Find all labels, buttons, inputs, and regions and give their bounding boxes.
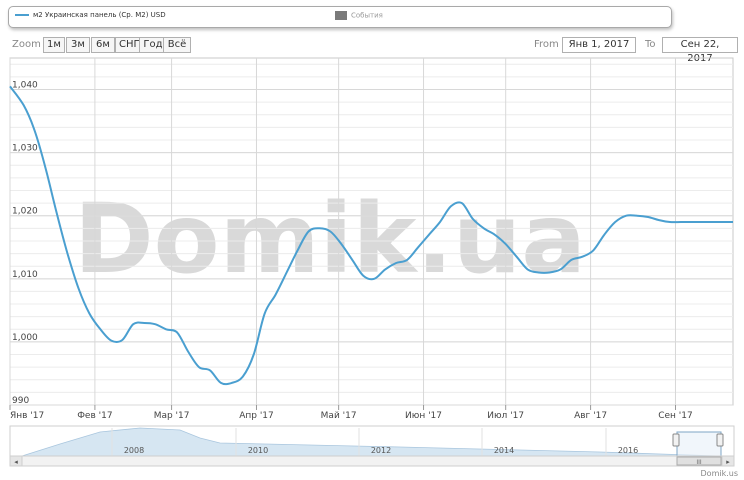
navigator: 2008 2010 2012 2014 2016 III ◂ ▸: [9, 425, 735, 467]
credit-link[interactable]: Domik.us: [701, 469, 738, 478]
navigator-year-label: 2008: [124, 446, 144, 455]
arrow-right-icon: ▸: [726, 458, 730, 466]
navigator-left-handle[interactable]: [672, 433, 680, 447]
navigator-year-label: 2010: [248, 446, 268, 455]
grip-icon: III: [696, 459, 702, 466]
navigator-right-handle[interactable]: [716, 433, 724, 447]
navigator-year-label: 2016: [618, 446, 638, 455]
navigator-year-label: 2012: [371, 446, 391, 455]
navigator-year-label: 2014: [494, 446, 514, 455]
navigator-scrollbar-track[interactable]: [9, 455, 735, 467]
arrow-left-icon: ◂: [14, 458, 18, 466]
navigator-selection[interactable]: [676, 431, 722, 457]
